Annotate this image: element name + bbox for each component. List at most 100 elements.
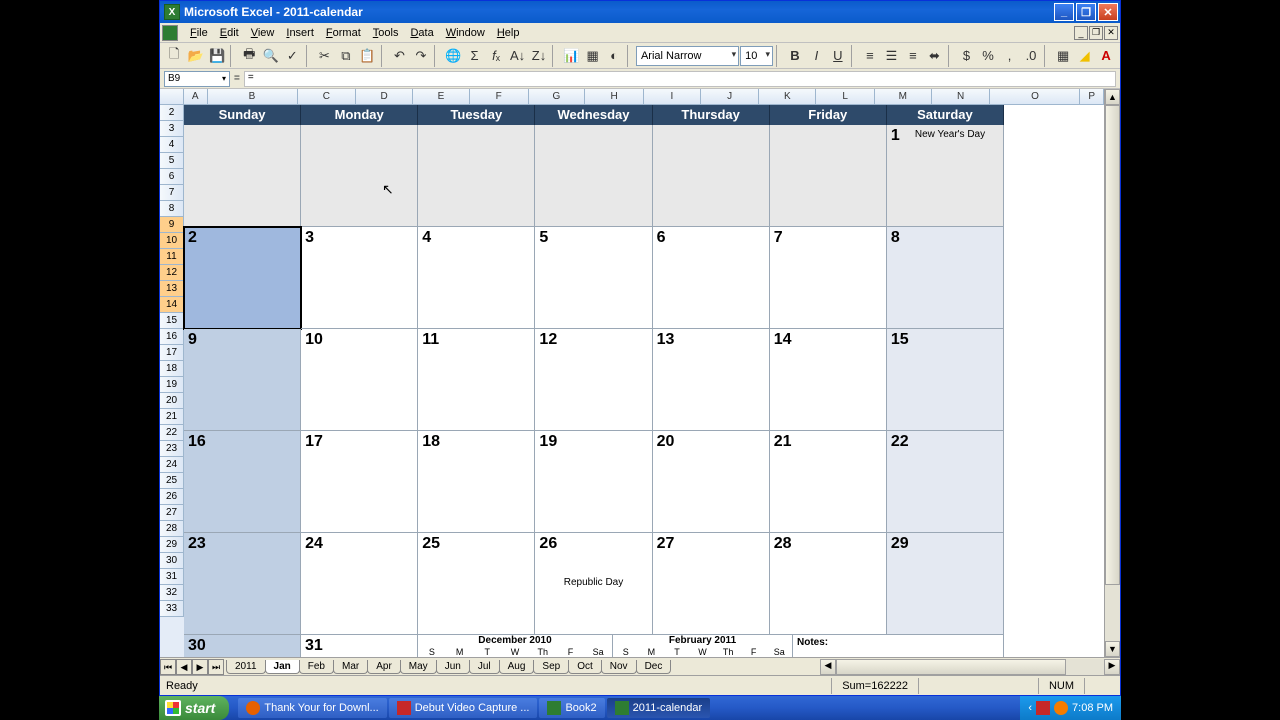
col-header-K[interactable]: K (759, 89, 816, 104)
mini-calendar[interactable]: December 2010SMTWThFSa (418, 635, 613, 657)
row-header-22[interactable]: 22 (160, 425, 184, 441)
sheet-tab-jun[interactable]: Jun (436, 660, 470, 674)
hscroll-thumb[interactable] (836, 659, 1066, 675)
horizontal-scrollbar[interactable]: ◀ ▶ (820, 659, 1120, 675)
calendar-day[interactable] (770, 125, 887, 227)
tab-nav-last[interactable]: ⏭ (208, 659, 224, 675)
sheet-tab-aug[interactable]: Aug (499, 660, 535, 674)
col-header-L[interactable]: L (816, 89, 875, 104)
col-header-I[interactable]: I (644, 89, 701, 104)
menu-tools[interactable]: Tools (367, 25, 405, 41)
undo-button[interactable]: ↶ (389, 45, 409, 67)
print-preview-button[interactable]: 🔍 (261, 45, 281, 67)
titlebar[interactable]: X Microsoft Excel - 2011-calendar _ ❐ ✕ (160, 1, 1120, 23)
col-header-M[interactable]: M (875, 89, 932, 104)
calendar-day[interactable]: 16 (184, 431, 301, 533)
sheet-tab-jan[interactable]: Jan (265, 660, 300, 674)
menu-insert[interactable]: Insert (280, 25, 320, 41)
row-header-26[interactable]: 26 (160, 489, 184, 505)
taskbar-item[interactable]: Thank Your for Downl... (238, 698, 386, 718)
row-header-14[interactable]: 14 (160, 297, 184, 313)
print-button[interactable]: 🖶 (239, 45, 259, 67)
hyperlink-button[interactable]: 🌐 (443, 45, 463, 67)
calendar-day[interactable]: 10 (301, 329, 418, 431)
calendar-day[interactable] (301, 125, 418, 227)
tab-nav-prev[interactable]: ◀ (176, 659, 192, 675)
row-header-29[interactable]: 29 (160, 537, 184, 553)
calendar-day[interactable]: 30 (184, 635, 301, 657)
row-header-23[interactable]: 23 (160, 441, 184, 457)
row-header-30[interactable]: 30 (160, 553, 184, 569)
row-header-12[interactable]: 12 (160, 265, 184, 281)
col-header-O[interactable]: O (990, 89, 1080, 104)
sheet-tab-may[interactable]: May (400, 660, 437, 674)
calendar-day[interactable]: 19 (535, 431, 652, 533)
vertical-scrollbar[interactable]: ▲ ▼ (1104, 89, 1120, 657)
calendar-day[interactable]: 27 (653, 533, 770, 635)
align-right-button[interactable]: ≡ (903, 45, 923, 67)
calendar-day[interactable] (535, 125, 652, 227)
doc-restore-button[interactable]: ❐ (1089, 26, 1103, 40)
col-header-A[interactable]: A (184, 89, 208, 104)
tab-nav-first[interactable]: ⏮ (160, 659, 176, 675)
row-header-4[interactable]: 4 (160, 137, 184, 153)
calendar-day[interactable]: 20 (653, 431, 770, 533)
calendar-day[interactable]: 31 (301, 635, 418, 657)
spreadsheet-grid[interactable]: ABCDEFGHIJKLMNOP 23456789101112131415161… (160, 89, 1104, 657)
scroll-down-button[interactable]: ▼ (1105, 641, 1120, 657)
system-tray[interactable]: ‹ 7:08 PM (1020, 696, 1121, 720)
calendar-day[interactable]: 5 (535, 227, 652, 329)
calendar-day[interactable]: 12 (535, 329, 652, 431)
row-header-20[interactable]: 20 (160, 393, 184, 409)
borders-button[interactable]: ▦ (1053, 45, 1073, 67)
col-header-P[interactable]: P (1080, 89, 1104, 104)
sort-asc-button[interactable]: A↓ (507, 45, 527, 67)
redo-button[interactable]: ↷ (411, 45, 431, 67)
font-combo[interactable]: Arial Narrow (636, 46, 739, 66)
doc-minimize-button[interactable]: _ (1074, 26, 1088, 40)
col-header-F[interactable]: F (470, 89, 529, 104)
calendar-day[interactable]: 22 (887, 431, 1004, 533)
row-header-19[interactable]: 19 (160, 377, 184, 393)
sheet-tab-feb[interactable]: Feb (299, 660, 334, 674)
notes-cell[interactable]: Notes: (793, 635, 1004, 657)
percent-button[interactable]: % (978, 45, 998, 67)
row-headers[interactable]: 2345678910111213141516171819202122232425… (160, 105, 184, 657)
new-button[interactable]: 🗋 (164, 45, 184, 67)
row-header-24[interactable]: 24 (160, 457, 184, 473)
row-header-2[interactable]: 2 (160, 105, 184, 121)
row-header-28[interactable]: 28 (160, 521, 184, 537)
formula-input[interactable]: = (244, 71, 1116, 87)
calendar-day[interactable]: 28 (770, 533, 887, 635)
calendar-day[interactable]: 14 (770, 329, 887, 431)
taskbar-item[interactable]: Book2 (539, 698, 604, 718)
font-color-button[interactable]: A (1096, 45, 1116, 67)
merge-button[interactable]: ⬌ (924, 45, 944, 67)
increase-decimal-button[interactable]: .0 (1021, 45, 1041, 67)
spellcheck-button[interactable]: ✓ (282, 45, 302, 67)
italic-button[interactable]: I (806, 45, 826, 67)
pivot-button[interactable]: ▦ (582, 45, 602, 67)
calendar-day[interactable] (418, 125, 535, 227)
calendar-day[interactable]: 11 (418, 329, 535, 431)
menu-file[interactable]: File (184, 25, 214, 41)
font-size-combo[interactable]: 10 (740, 46, 773, 66)
drawing-button[interactable]: ◐ (604, 45, 624, 67)
taskbar-item[interactable]: Debut Video Capture ... (389, 698, 538, 718)
sheet-tab-apr[interactable]: Apr (367, 660, 401, 674)
sheet-tab-sep[interactable]: Sep (533, 660, 569, 674)
row-header-25[interactable]: 25 (160, 473, 184, 489)
row-header-10[interactable]: 10 (160, 233, 184, 249)
calendar-day[interactable]: 8 (887, 227, 1004, 329)
start-button[interactable]: start (159, 696, 229, 720)
clock[interactable]: 7:08 PM (1072, 702, 1113, 714)
col-header-J[interactable]: J (701, 89, 760, 104)
row-header-21[interactable]: 21 (160, 409, 184, 425)
open-button[interactable]: 📂 (185, 45, 205, 67)
align-left-button[interactable]: ≡ (860, 45, 880, 67)
sheet-tab-mar[interactable]: Mar (333, 660, 368, 674)
row-header-31[interactable]: 31 (160, 569, 184, 585)
row-header-9[interactable]: 9 (160, 217, 184, 233)
save-button[interactable]: 💾 (207, 45, 227, 67)
function-button[interactable]: fₓ (486, 45, 506, 67)
